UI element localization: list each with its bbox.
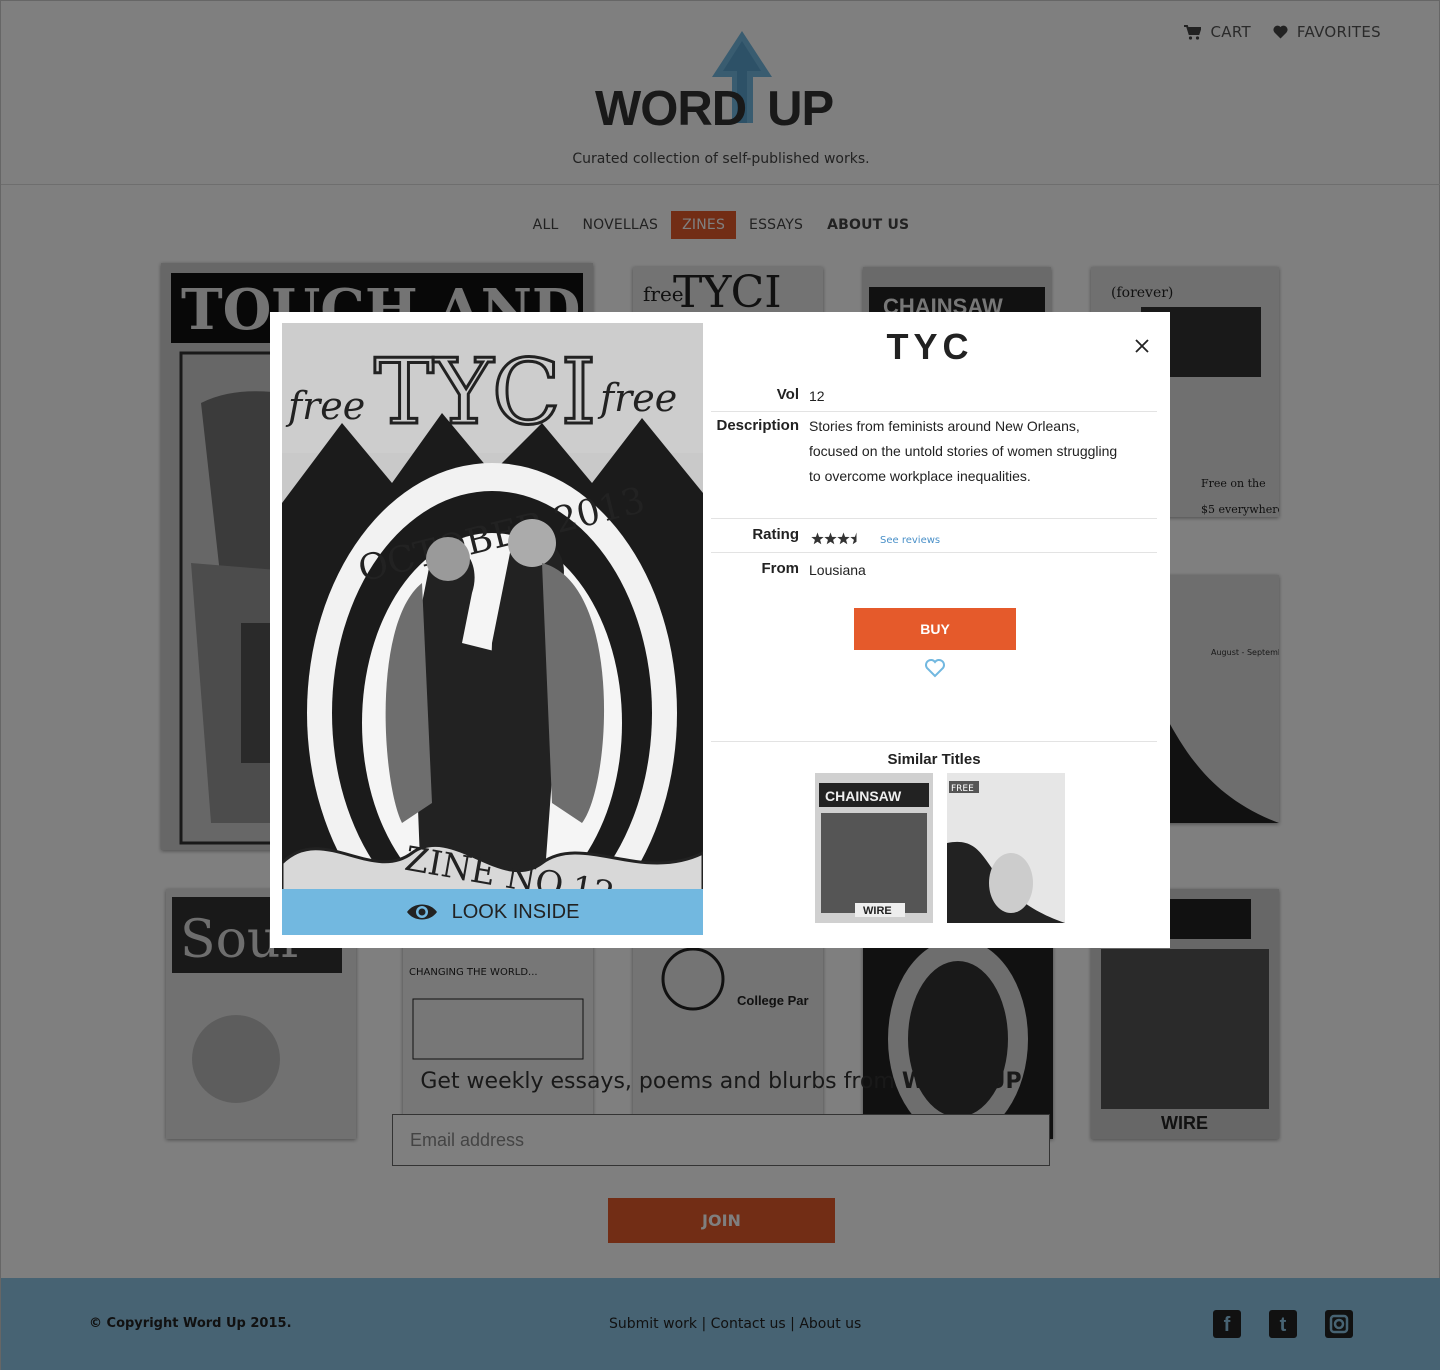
modal-title: TYC — [886, 326, 974, 367]
vol-label: Vol — [776, 386, 799, 403]
rating-label: Rating — [752, 526, 799, 543]
similar-title-chainsaw[interactable]: CHAINSAW WIRE — [815, 773, 933, 923]
from-value: Lousiana — [809, 562, 866, 578]
star-icon — [811, 532, 824, 545]
svg-text:CHAINSAW: CHAINSAW — [825, 788, 902, 804]
from-row: From Lousiana — [711, 554, 1157, 590]
description-label: Description — [716, 417, 799, 434]
star-icon — [837, 532, 850, 545]
cover-art: CHAINSAW WIRE — [815, 773, 933, 923]
cover-art: FREE — [947, 773, 1065, 923]
eye-icon — [406, 904, 437, 920]
rating-row: Rating See reviews — [711, 519, 1157, 553]
description-value: Stories from feminists around New Orlean… — [809, 418, 1118, 484]
stars-icon — [811, 532, 857, 545]
look-inside-button[interactable]: LOOK INSIDE — [282, 889, 703, 935]
svg-text:free: free — [597, 376, 677, 420]
see-reviews-link[interactable]: See reviews — [880, 535, 940, 546]
from-label: From — [761, 560, 800, 577]
description-row: Description Stories from feminists aroun… — [711, 413, 1157, 519]
vol-value: 12 — [809, 388, 825, 404]
cover-art: free TYCI free OCTOBER 2013 ZINE NO.12 — [282, 323, 703, 935]
svg-text:FREE: FREE — [951, 784, 974, 794]
product-modal: free TYCI free OCTOBER 2013 ZINE NO.12 L… — [270, 312, 1170, 948]
svg-text:free: free — [285, 384, 365, 428]
modal-cover-image: free TYCI free OCTOBER 2013 ZINE NO.12 L… — [282, 323, 703, 935]
star-rating — [811, 532, 871, 550]
similar-titles-heading: Similar Titles — [887, 751, 981, 768]
buy-button[interactable]: BUY — [854, 608, 1016, 650]
star-icon — [824, 532, 837, 545]
vol-row: Vol 12 — [711, 384, 1157, 412]
svg-text:WIRE: WIRE — [863, 905, 892, 917]
look-inside-label: LOOK INSIDE — [451, 900, 580, 923]
favorite-heart-icon[interactable] — [924, 658, 946, 678]
divider — [711, 741, 1157, 742]
svg-text:TYCI: TYCI — [374, 340, 596, 445]
similar-title-tyci[interactable]: FREE — [947, 773, 1065, 923]
close-icon[interactable] — [1132, 336, 1152, 356]
star-icon — [850, 532, 857, 545]
